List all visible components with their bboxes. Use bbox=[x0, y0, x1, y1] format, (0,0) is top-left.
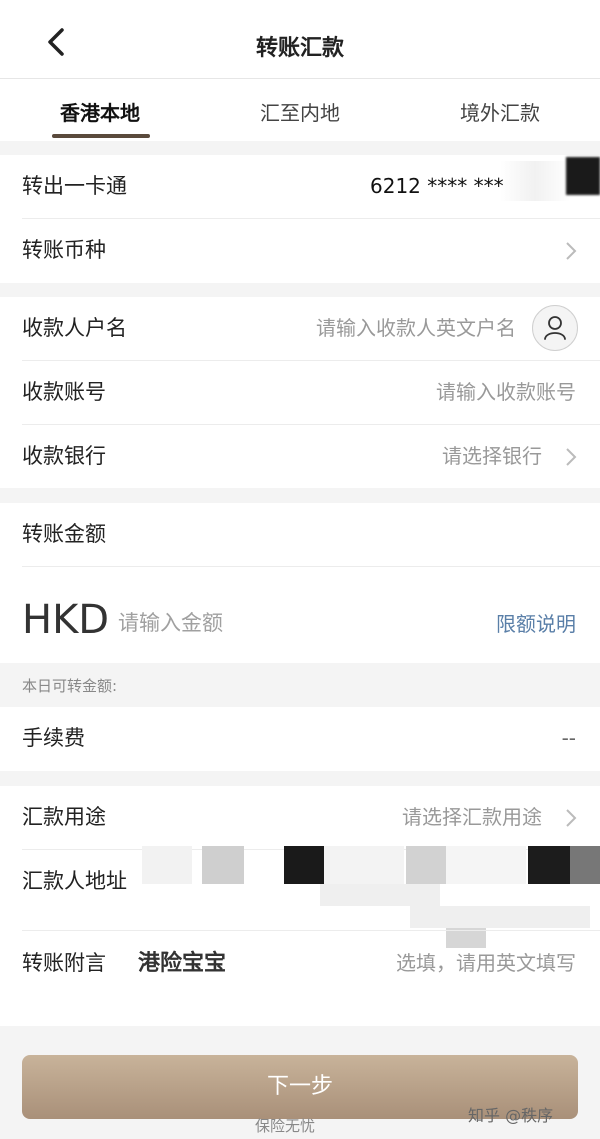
remittance-info-section: 汇款用途 请选择汇款用途 汇款人地址 转账附言 港险宝宝 选填，请用英文填写 bbox=[0, 786, 600, 1026]
redacted-block bbox=[406, 846, 446, 884]
remitter-address-label: 汇款人地址 bbox=[22, 869, 127, 893]
currency-code: HKD bbox=[22, 597, 110, 643]
memo-label: 转账附言 bbox=[22, 951, 106, 975]
payee-name-input[interactable]: 请输入收款人英文户名 bbox=[316, 297, 516, 360]
amount-section: 转账金额 HKD 请输入金额 限额说明 bbox=[0, 503, 600, 663]
purpose-row[interactable]: 汇款用途 请选择汇款用途 bbox=[0, 786, 600, 849]
page-title: 转账汇款 bbox=[255, 36, 344, 61]
amount-input-row: HKD 请输入金额 限额说明 bbox=[0, 567, 600, 663]
amount-input[interactable]: 请输入金额 bbox=[118, 607, 223, 637]
redacted-block bbox=[202, 846, 244, 884]
available-amount-text: 本日可转金额: bbox=[22, 677, 118, 695]
redacted-block bbox=[324, 846, 404, 884]
redacted-block bbox=[500, 161, 570, 201]
tab-overseas[interactable]: 境外汇款 bbox=[400, 97, 600, 126]
currency-label: 转账币种 bbox=[22, 238, 106, 262]
tab-active-indicator bbox=[52, 134, 150, 138]
limit-info-link[interactable]: 限额说明 bbox=[496, 608, 576, 637]
transfer-out-label: 转出一卡通 bbox=[22, 174, 127, 198]
redacted-block bbox=[528, 846, 570, 884]
account-section: 转出一卡通 6212 **** *** 转账币种 bbox=[0, 155, 600, 283]
redacted-block bbox=[320, 884, 440, 906]
tab-hk-local[interactable]: 香港本地 bbox=[0, 97, 200, 126]
payee-name-row[interactable]: 收款人户名 请输入收款人英文户名 bbox=[0, 297, 600, 360]
payee-account-row[interactable]: 收款账号 请输入收款账号 bbox=[0, 361, 600, 424]
payee-section: 收款人户名 请输入收款人英文户名 收款账号 请输入收款账号 收款银行 请选择银行 bbox=[0, 297, 600, 488]
redacted-block bbox=[446, 846, 526, 884]
redacted-block bbox=[142, 846, 192, 884]
transfer-out-row[interactable]: 转出一卡通 6212 **** *** bbox=[0, 155, 600, 218]
payee-name-label: 收款人户名 bbox=[22, 316, 127, 340]
fee-row: 手续费 -- bbox=[0, 707, 600, 770]
payee-bank-select[interactable]: 请选择银行 bbox=[442, 425, 542, 488]
redacted-block bbox=[566, 157, 600, 195]
watermark-right: 知乎 @秩序 bbox=[468, 1106, 554, 1125]
fee-label: 手续费 bbox=[22, 726, 85, 750]
amount-label: 转账金额 bbox=[22, 522, 106, 546]
redacted-block bbox=[570, 846, 600, 884]
nav-bar: 转账汇款 bbox=[0, 0, 600, 79]
tab-mainland[interactable]: 汇至内地 bbox=[200, 97, 400, 126]
payee-bank-row[interactable]: 收款银行 请选择银行 bbox=[0, 425, 600, 488]
tab-bar: 香港本地 汇至内地 境外汇款 bbox=[0, 79, 600, 141]
fee-section: 手续费 -- bbox=[0, 707, 600, 771]
redacted-block bbox=[410, 906, 590, 928]
memo-input[interactable]: 选填，请用英文填写 bbox=[396, 932, 576, 995]
memo-row[interactable]: 转账附言 港险宝宝 选填，请用英文填写 bbox=[0, 932, 600, 995]
payee-account-label: 收款账号 bbox=[22, 380, 106, 404]
memo-overlay-text: 港险宝宝 bbox=[138, 951, 227, 976]
remitter-address-row[interactable]: 汇款人地址 bbox=[0, 846, 600, 948]
chevron-right-icon bbox=[566, 242, 577, 260]
redacted-block bbox=[284, 846, 324, 884]
watermark-left: 保险无忧 bbox=[255, 1117, 316, 1135]
chevron-right-icon bbox=[566, 448, 577, 466]
currency-row[interactable]: 转账币种 bbox=[0, 219, 600, 282]
available-amount-note: 本日可转金额: bbox=[0, 663, 600, 707]
purpose-select[interactable]: 请选择汇款用途 bbox=[402, 786, 542, 849]
transfer-out-card-number: 6212 **** *** bbox=[370, 174, 504, 198]
person-icon[interactable] bbox=[532, 305, 578, 351]
amount-label-row: 转账金额 bbox=[0, 503, 600, 566]
chevron-right-icon bbox=[566, 809, 577, 827]
purpose-label: 汇款用途 bbox=[22, 805, 106, 829]
payee-bank-label: 收款银行 bbox=[22, 444, 106, 468]
fee-value: -- bbox=[561, 726, 576, 750]
payee-account-input[interactable]: 请输入收款账号 bbox=[436, 361, 576, 424]
